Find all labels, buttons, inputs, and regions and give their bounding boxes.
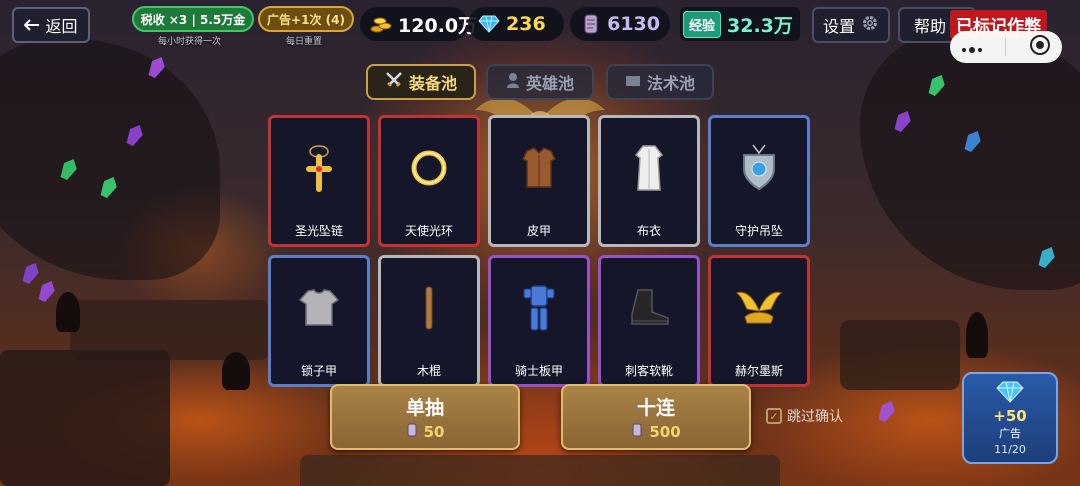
gem-value: 236 xyxy=(506,13,546,35)
tab-equipment-label: 装备池 xyxy=(408,74,457,93)
card-name: 布衣 xyxy=(636,224,661,238)
exp-counter: 经验 32.3万 xyxy=(680,7,800,41)
ten-draw-cost: 500 xyxy=(631,423,681,441)
spellbook-icon xyxy=(625,73,641,92)
card-chainmail[interactable]: 锁子甲 xyxy=(268,255,370,387)
card-name: 刺客软靴 xyxy=(624,364,673,378)
card-leather-armor[interactable]: 皮甲 xyxy=(488,115,590,247)
single-draw-label: 单抽 xyxy=(405,397,444,419)
boots-icon xyxy=(626,288,672,332)
help-label: 帮助 xyxy=(914,17,947,36)
card-name: 圣光坠链 xyxy=(294,224,343,238)
exp-tag: 经验 xyxy=(683,10,722,38)
halo-icon xyxy=(407,146,451,194)
mini-program-capsule xyxy=(950,31,1062,63)
scroll-icon xyxy=(580,13,601,35)
ad-reward-button[interactable]: +50 广告 11/20 xyxy=(962,372,1058,464)
card-assassin-boots[interactable]: 刺客软靴 xyxy=(598,255,700,387)
cloth-robe-icon xyxy=(632,143,666,197)
ad-bonus-label: 广告+1次 (4) xyxy=(267,12,345,27)
ad-reward-count: 11/20 xyxy=(994,442,1026,456)
tab-spell-pool[interactable]: 法术池 xyxy=(606,64,714,100)
guardian-amulet-icon xyxy=(739,143,779,197)
scroll-icon xyxy=(406,423,418,441)
exp-value: 32.3万 xyxy=(727,14,793,37)
card-name: 天使光环 xyxy=(404,224,453,238)
back-label: 返回 xyxy=(45,17,78,36)
settings-label: 设置 xyxy=(822,17,855,36)
card-knight-plate[interactable]: 骑士板甲 xyxy=(488,255,590,387)
tab-hero-label: 英雄池 xyxy=(525,74,574,93)
ten-draw-button[interactable]: 十连 500 xyxy=(561,384,751,450)
equipment-card-grid: 圣光坠链 天使光环 皮甲 布衣 守护吊坠 锁子甲 木棍 骑士板甲 刺客软靴 赫尔… xyxy=(268,115,812,387)
tax-label: 税收 ×3 | 5.5万金 xyxy=(140,12,246,27)
card-name: 皮甲 xyxy=(526,224,551,238)
tab-hero-pool[interactable]: 英雄池 xyxy=(486,64,594,100)
scroll-counter: 6130 xyxy=(570,7,670,41)
ten-draw-cost-value: 500 xyxy=(649,423,681,441)
card-name: 赫尔墨斯 xyxy=(734,364,783,378)
leather-armor-icon xyxy=(519,145,559,195)
chainmail-icon xyxy=(298,288,340,332)
back-button[interactable]: 返回 xyxy=(12,7,90,43)
skip-confirm-checkbox[interactable]: ✓ xyxy=(766,408,782,424)
ten-draw-label: 十连 xyxy=(636,397,675,419)
card-wooden-stick[interactable]: 木棍 xyxy=(378,255,480,387)
gold-coins-icon xyxy=(370,13,392,35)
tax-sub-label: 每小时获得一次 xyxy=(158,37,222,47)
wooden-stick-icon xyxy=(423,285,435,335)
arrow-left-icon xyxy=(24,16,40,35)
diamond-icon xyxy=(478,13,500,35)
scroll-icon xyxy=(631,423,643,441)
gold-value: 120.0万 xyxy=(398,14,478,37)
tax-badge[interactable]: 税收 ×3 | 5.5万金 xyxy=(132,6,254,32)
card-cloth-robe[interactable]: 布衣 xyxy=(598,115,700,247)
card-guardian-amulet[interactable]: 守护吊坠 xyxy=(708,115,810,247)
card-name: 守护吊坠 xyxy=(734,224,783,238)
card-hermes[interactable]: 赫尔墨斯 xyxy=(708,255,810,387)
more-icon[interactable] xyxy=(961,38,983,57)
scroll-value: 6130 xyxy=(607,13,660,35)
card-name: 骑士板甲 xyxy=(514,364,563,378)
close-target-icon[interactable] xyxy=(1029,34,1051,60)
holy-pendant-icon xyxy=(299,143,339,197)
ad-bonus-badge[interactable]: 广告+1次 (4) xyxy=(258,6,354,32)
single-draw-button[interactable]: 单抽 50 xyxy=(330,384,520,450)
card-name: 木棍 xyxy=(416,364,441,378)
ad-bonus-sub-label: 每日重置 xyxy=(286,37,323,47)
card-holy-pendant[interactable]: 圣光坠链 xyxy=(268,115,370,247)
ad-reward-label: 广告 xyxy=(999,426,1021,440)
tab-equipment-pool[interactable]: 装备池 xyxy=(366,64,476,100)
crossed-swords-icon xyxy=(385,71,403,93)
gold-counter: 120.0万 xyxy=(360,7,477,41)
hero-icon xyxy=(506,72,520,92)
ad-reward-amount: +50 xyxy=(993,406,1027,425)
card-name: 锁子甲 xyxy=(300,364,337,378)
plate-armor-icon xyxy=(522,283,556,337)
skip-confirm-toggle[interactable]: ✓ 跳过确认 xyxy=(766,406,843,426)
skip-confirm-label: 跳过确认 xyxy=(787,409,843,425)
capsule-divider xyxy=(1005,38,1007,56)
tab-spell-label: 法术池 xyxy=(646,74,695,93)
settings-button[interactable]: 设置 xyxy=(812,7,890,43)
diamond-icon xyxy=(996,381,1024,407)
single-draw-cost-value: 50 xyxy=(423,423,445,441)
gear-icon xyxy=(861,14,879,36)
single-draw-cost: 50 xyxy=(406,423,445,441)
card-angel-halo[interactable]: 天使光环 xyxy=(378,115,480,247)
gem-counter: 236 xyxy=(468,7,564,41)
winged-sandal-icon xyxy=(734,287,784,333)
